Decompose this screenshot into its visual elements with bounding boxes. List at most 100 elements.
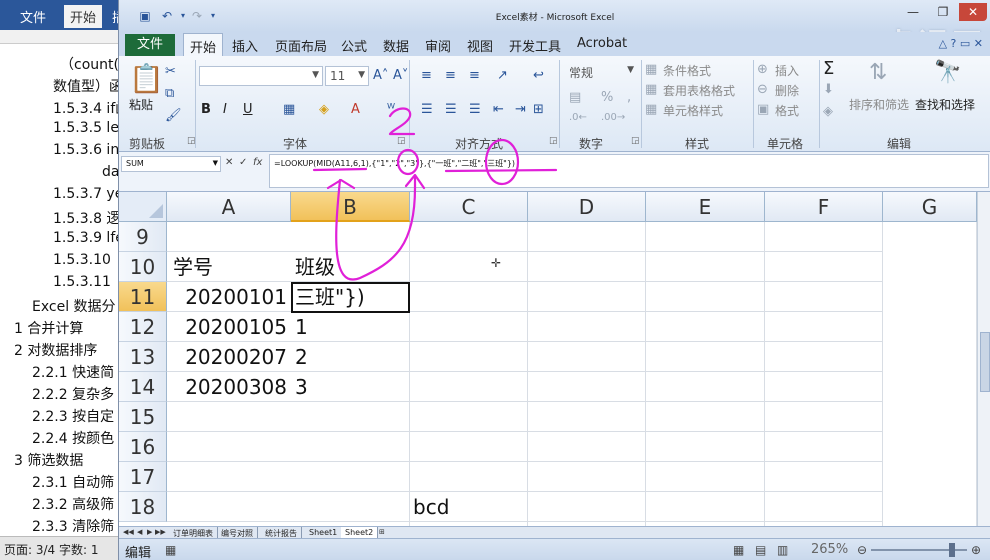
formula-input[interactable]: =LOOKUP(MID(A11,6,1),{"1","2","3"},{"一班"… <box>269 154 989 188</box>
normal-view-icon[interactable]: ▦ <box>733 543 744 557</box>
nav-item[interactable]: 1 合并计算 <box>14 318 83 338</box>
find-select-icon[interactable]: 🔭 <box>934 60 961 85</box>
nav-item[interactable]: 1.5.3.6 inde <box>53 142 125 158</box>
enter-icon[interactable]: ✓ <box>239 157 247 168</box>
nav-item[interactable]: 2.3.2 高级筛 <box>32 494 114 514</box>
column-header-e[interactable]: E <box>646 192 765 222</box>
nav-item[interactable]: 2.3.1 自动筛 <box>32 472 114 492</box>
row-header-12[interactable]: 12 <box>119 312 167 342</box>
nav-item[interactable]: 2 对数据排序 <box>14 340 97 360</box>
row-header-11[interactable]: 11 <box>119 282 167 312</box>
insert-cells-button[interactable]: 插入 <box>775 62 799 79</box>
cell-a10[interactable]: 学号 <box>173 252 213 282</box>
last-sheet-icon[interactable]: ▶▶ <box>155 528 166 536</box>
nav-item[interactable]: 1.5.3.8 逻 <box>53 208 120 228</box>
orientation-icon[interactable]: ↗ <box>497 68 508 83</box>
font-dialog-icon[interactable]: ◲ <box>397 136 406 146</box>
format-painter-icon[interactable]: 🖌 <box>165 108 182 123</box>
font-name-combo[interactable]: ▼ <box>199 66 323 86</box>
fill-icon[interactable]: ⬇ <box>823 82 834 97</box>
clear-icon[interactable]: ◈ <box>823 104 833 119</box>
tab-formulas[interactable]: 公式 <box>341 36 367 55</box>
increase-indent-icon[interactable]: ⇥ <box>515 102 526 117</box>
tab-acrobat[interactable]: Acrobat <box>577 36 627 51</box>
row-header-13[interactable]: 13 <box>119 342 167 372</box>
percent-icon[interactable]: % <box>601 90 613 105</box>
cell-a14[interactable]: 20200308 <box>169 372 287 402</box>
increase-decimal-icon[interactable]: .0← <box>569 112 587 123</box>
zoom-in-icon[interactable]: ⊕ <box>971 543 981 557</box>
cell-b13[interactable]: 2 <box>295 342 308 372</box>
column-header-d[interactable]: D <box>528 192 646 222</box>
nav-item[interactable]: 2.2.1 快速简 <box>32 362 114 382</box>
nav-item[interactable]: 2.2.3 按自定 <box>32 406 114 426</box>
nav-item[interactable]: 3 筛选数据 <box>14 450 83 470</box>
cut-icon[interactable]: ✂ <box>165 64 176 79</box>
name-box[interactable]: SUM ▼ <box>121 156 221 172</box>
align-left-icon[interactable]: ☰ <box>421 102 433 117</box>
cell-b10[interactable]: 班级 <box>295 252 335 282</box>
cell-a13[interactable]: 20200207 <box>169 342 287 372</box>
worksheet-grid[interactable]: ABCDEFG 9 10 11 12 13 14 15 16 17 18 学号 班级 202001… <box>119 192 990 526</box>
tab-data[interactable]: 数据 <box>383 36 409 55</box>
paste-icon[interactable]: 📋 <box>129 62 164 95</box>
decrease-decimal-icon[interactable]: .00→ <box>601 112 625 123</box>
align-middle-icon[interactable]: ≡ <box>445 68 456 83</box>
nav-item[interactable]: 1.5.3.10 <box>53 252 111 268</box>
column-header-a[interactable]: A <box>167 192 291 222</box>
column-header-f[interactable]: F <box>765 192 883 222</box>
tab-view[interactable]: 视图 <box>467 36 493 55</box>
tab-page-layout[interactable]: 页面布局 <box>275 36 327 55</box>
find-select-button[interactable]: 查找和选择 <box>915 96 975 113</box>
delete-cells-button[interactable]: 删除 <box>775 82 799 99</box>
scrollbar-thumb[interactable] <box>980 332 990 392</box>
minimize-icon[interactable]: — <box>899 3 927 21</box>
nav-item[interactable]: 2.2.4 按颜色 <box>32 428 114 448</box>
border-icon[interactable]: ▦ <box>283 102 295 117</box>
cell-b14[interactable]: 3 <box>295 372 308 402</box>
next-sheet-icon[interactable]: ▶ <box>147 528 152 536</box>
sort-filter-button[interactable]: 排序和筛选 <box>849 96 909 113</box>
fill-color-icon[interactable]: ◈ <box>319 102 329 117</box>
nav-item[interactable]: Excel 数据分 <box>32 296 116 316</box>
nav-item[interactable]: da <box>102 164 119 180</box>
close-icon[interactable]: ✕ <box>959 3 987 21</box>
nav-item[interactable]: （count( <box>60 54 119 74</box>
accounting-icon[interactable]: ▤ <box>569 90 581 105</box>
wrap-text-icon[interactable]: ↩ <box>533 68 544 83</box>
font-size-combo[interactable]: 11 ▼ <box>325 66 369 86</box>
table-format-icon[interactable]: ▦ <box>645 82 657 97</box>
row-header-17[interactable]: 17 <box>119 462 167 492</box>
first-sheet-icon[interactable]: ◀◀ <box>123 528 134 536</box>
column-header-b[interactable]: B <box>291 192 410 222</box>
nav-item[interactable]: 2.2.2 复杂多 <box>32 384 114 404</box>
underline-icon[interactable]: U <box>243 102 253 117</box>
insert-function-icon[interactable]: fx <box>253 157 262 168</box>
vertical-scrollbar[interactable] <box>977 192 990 526</box>
word-tab-home[interactable]: 开始 <box>64 5 103 28</box>
copy-icon[interactable]: ⧉ <box>165 86 174 101</box>
number-dialog-icon[interactable]: ◲ <box>631 136 640 146</box>
autosum-icon[interactable]: Σ <box>823 58 834 79</box>
prev-sheet-icon[interactable]: ◀ <box>137 528 142 536</box>
nav-item[interactable]: 1.5.3.9 lfer <box>53 230 125 246</box>
page-layout-view-icon[interactable]: ▤ <box>755 543 766 557</box>
restore-icon[interactable]: ❐ <box>929 3 957 21</box>
cell-a12[interactable]: 20200105 <box>169 312 287 342</box>
column-header-c[interactable]: C <box>410 192 528 222</box>
alignment-dialog-icon[interactable]: ◲ <box>549 136 558 146</box>
phonetic-icon[interactable]: ᵂ <box>387 102 395 117</box>
align-top-icon[interactable]: ≡ <box>421 68 432 83</box>
conditional-format-icon[interactable]: ▦ <box>645 62 657 77</box>
nav-item[interactable]: 数值型）函 <box>53 76 123 96</box>
tab-insert[interactable]: 插入 <box>232 36 258 55</box>
page-break-view-icon[interactable]: ▥ <box>777 543 788 557</box>
format-as-table-button[interactable]: 套用表格格式 <box>663 82 735 99</box>
macro-record-icon[interactable]: ▦ <box>165 543 176 557</box>
select-all-button[interactable] <box>119 192 167 222</box>
italic-icon[interactable]: I <box>223 102 227 117</box>
nav-item[interactable]: 1.5.3.7 yea <box>53 186 125 202</box>
delete-cells-icon[interactable]: ⊖ <box>757 82 768 97</box>
row-header-18[interactable]: 18 <box>119 492 167 522</box>
nav-item[interactable]: 2.3.3 清除筛 <box>32 516 114 536</box>
